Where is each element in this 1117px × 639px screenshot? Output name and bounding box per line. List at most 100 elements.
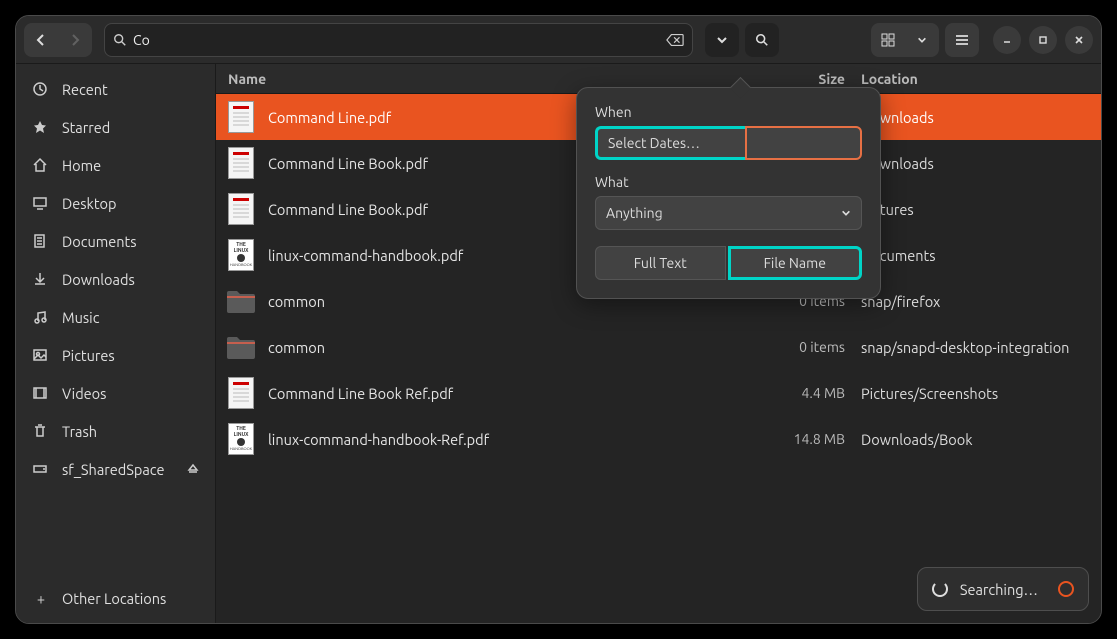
sidebar-item-label: Pictures	[62, 347, 115, 364]
forward-button[interactable]	[58, 23, 92, 57]
pdf-icon	[228, 101, 254, 133]
chevron-left-icon	[35, 34, 47, 46]
hamburger-menu-button[interactable]	[945, 23, 979, 57]
sidebar-item-label: Home	[62, 157, 101, 174]
downloads-icon	[32, 271, 50, 287]
table-row[interactable]: Command Line Book Ref.pdf4.4 MBPictures/…	[216, 370, 1101, 416]
sidebar-item-starred[interactable]: Starred	[16, 108, 215, 146]
chevron-down-icon	[841, 208, 851, 218]
sidebar-item-downloads[interactable]: Downloads	[16, 260, 215, 298]
pdf-icon	[228, 193, 254, 225]
nav-group	[24, 23, 92, 57]
search-bar[interactable]	[104, 23, 693, 57]
sidebar-item-videos[interactable]: Videos	[16, 374, 215, 412]
sidebar-item-documents[interactable]: Documents	[16, 222, 215, 260]
col-name[interactable]: Name	[228, 71, 771, 87]
sidebar-item-label: Music	[62, 309, 99, 326]
row-location: Downloads/Book	[861, 431, 1089, 448]
star-icon	[32, 119, 50, 135]
sidebar-item-label: Downloads	[62, 271, 135, 288]
pdf-icon	[228, 377, 254, 409]
videos-icon	[32, 385, 50, 401]
minimize-icon	[1001, 34, 1013, 46]
stop-search-button[interactable]	[1058, 581, 1074, 597]
file-name-toggle[interactable]: File Name	[728, 246, 863, 280]
view-options-button[interactable]	[905, 23, 939, 57]
sidebar-item-shared[interactable]: sf_SharedSpace	[16, 450, 215, 488]
row-location: snap/firefox	[861, 293, 1089, 310]
sidebar-item-recent[interactable]: Recent	[16, 70, 215, 108]
col-location[interactable]: Location	[861, 71, 1089, 87]
pictures-icon	[32, 347, 50, 363]
close-button[interactable]	[1065, 26, 1093, 54]
folder-icon	[225, 284, 257, 318]
folder-icon	[225, 330, 257, 364]
music-icon	[32, 309, 50, 325]
toolbar	[16, 16, 1101, 64]
search-input[interactable]	[133, 32, 660, 48]
search-mode-toggle: Full Text File Name	[595, 246, 862, 280]
documents-icon	[32, 233, 50, 249]
pdf-icon	[228, 147, 254, 179]
sidebar: Recent Starred Home Desktop Documents Downloa…	[16, 64, 216, 623]
row-size: 14.8 MB	[771, 431, 861, 447]
sidebar-item-label: Starred	[62, 119, 110, 136]
status-text: Searching…	[960, 581, 1038, 598]
full-text-toggle[interactable]: Full Text	[595, 246, 726, 280]
maximize-button[interactable]	[1029, 26, 1057, 54]
search-options-dropdown-button[interactable]	[705, 23, 739, 57]
sidebar-item-desktop[interactable]: Desktop	[16, 184, 215, 222]
chevron-down-icon	[917, 35, 927, 45]
select-dates-button[interactable]: Select Dates…	[595, 126, 745, 160]
sidebar-other-locations[interactable]: + Other Locations	[16, 579, 215, 617]
row-location: Downloads	[861, 109, 1089, 126]
what-label: What	[595, 174, 862, 190]
row-location: Pictures	[861, 201, 1089, 218]
drive-icon	[32, 461, 50, 477]
table-row[interactable]: common0 itemssnap/snapd-desktop-integrat…	[216, 324, 1101, 370]
row-size: 0 items	[771, 339, 861, 355]
sidebar-item-label: sf_SharedSpace	[62, 461, 164, 478]
status-bar: Searching…	[917, 567, 1089, 611]
grid-icon	[881, 33, 895, 47]
view-group	[871, 23, 939, 57]
when-label: When	[595, 104, 862, 120]
search-toggle-button[interactable]	[745, 23, 779, 57]
search-icon	[755, 33, 769, 47]
sidebar-item-label: Other Locations	[62, 590, 166, 607]
row-location: Documents	[861, 247, 1089, 264]
row-location: Downloads	[861, 155, 1089, 172]
pdf-icon: THELINUXHANDBOOK	[228, 239, 254, 271]
what-select[interactable]: Anything	[595, 196, 862, 230]
row-location: Pictures/Screenshots	[861, 385, 1089, 402]
minimize-button[interactable]	[993, 26, 1021, 54]
hamburger-icon	[955, 34, 969, 46]
sidebar-item-music[interactable]: Music	[16, 298, 215, 336]
chevron-right-icon	[69, 34, 81, 46]
sidebar-item-pictures[interactable]: Pictures	[16, 336, 215, 374]
row-size: 4.4 MB	[771, 385, 861, 401]
what-select-value: Anything	[606, 205, 663, 221]
file-manager-window: Recent Starred Home Desktop Documents Downloa…	[15, 15, 1102, 624]
row-name: Command Line Book Ref.pdf	[268, 385, 771, 402]
col-size[interactable]: Size	[771, 71, 861, 87]
sidebar-item-trash[interactable]: Trash	[16, 412, 215, 450]
grid-view-button[interactable]	[871, 23, 905, 57]
sidebar-item-label: Recent	[62, 81, 108, 98]
pdf-icon: THELINUXHANDBOOK	[228, 423, 254, 455]
spinner-icon	[932, 581, 948, 597]
table-row[interactable]: THELINUXHANDBOOKlinux-command-handbook-R…	[216, 416, 1101, 462]
clock-icon	[32, 81, 50, 97]
back-button[interactable]	[24, 23, 58, 57]
eject-icon[interactable]	[187, 463, 199, 475]
home-icon	[32, 157, 50, 173]
trash-icon	[32, 423, 50, 439]
window-controls	[993, 26, 1093, 54]
chevron-down-icon	[716, 34, 728, 46]
sidebar-item-label: Documents	[62, 233, 137, 250]
sidebar-item-home[interactable]: Home	[16, 146, 215, 184]
close-icon	[1073, 34, 1085, 46]
search-icon	[113, 33, 127, 47]
clear-search-icon[interactable]	[666, 33, 684, 47]
date-value-field[interactable]	[745, 126, 862, 160]
